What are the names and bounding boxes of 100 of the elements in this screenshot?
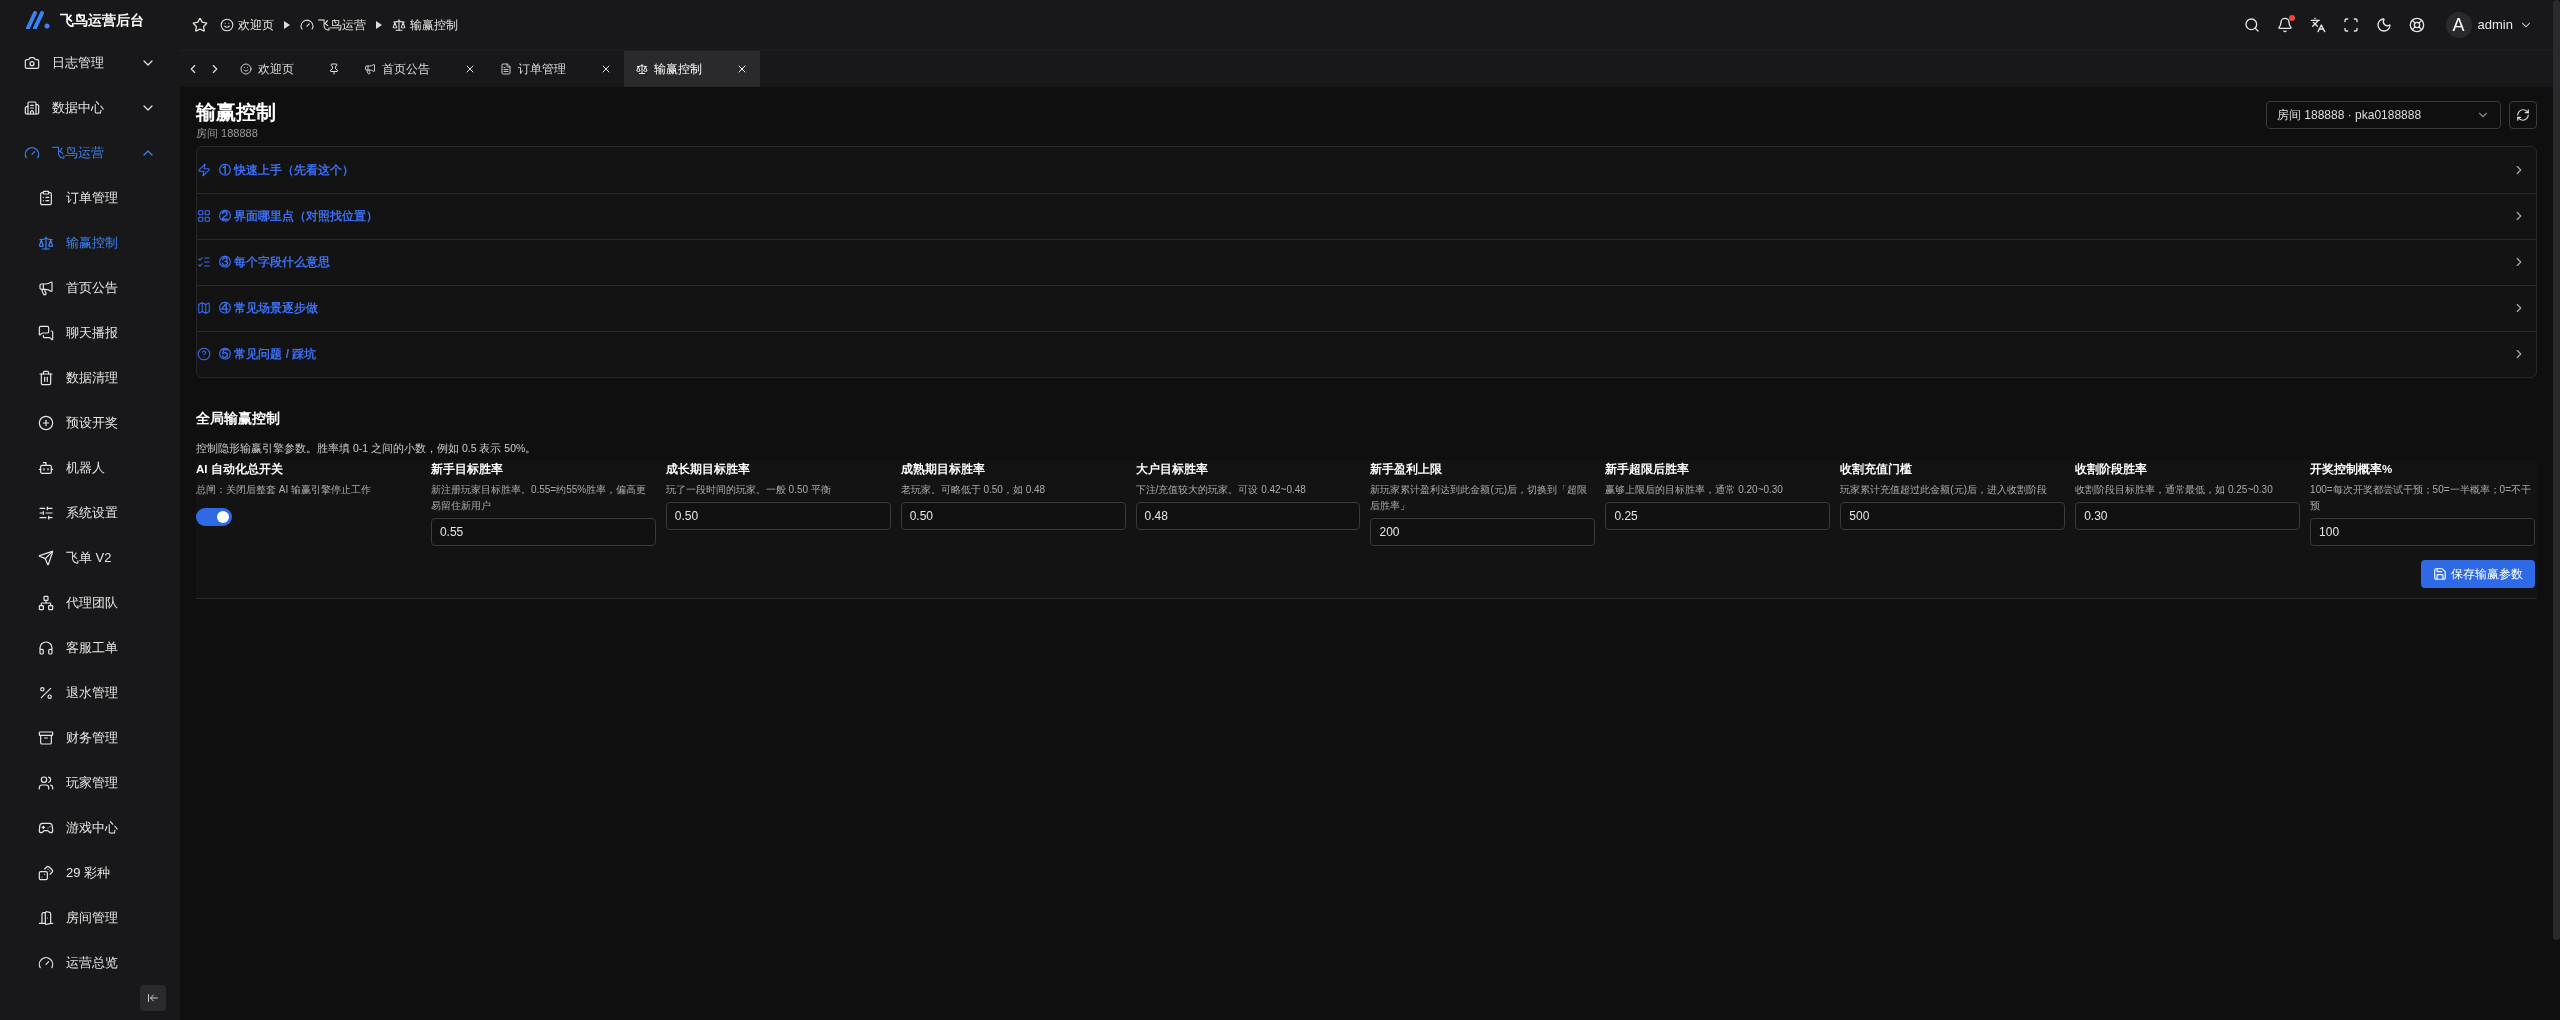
tab[interactable]: 首页公告	[352, 51, 488, 87]
sidebar-group[interactable]: 数据中心	[0, 85, 180, 130]
sidebar-group[interactable]: 飞鸟运营	[0, 130, 180, 175]
breadcrumb-link[interactable]: 输赢控制	[392, 16, 458, 34]
pin-icon[interactable]	[328, 63, 340, 75]
door-icon	[38, 909, 54, 926]
scale-icon	[636, 63, 648, 75]
save-button[interactable]: 保存输赢参数	[2421, 560, 2535, 589]
input-field[interactable]: 0.30	[2075, 502, 2301, 531]
field-hint: 玩了一段时间的玩家。一般 0.50 平衡	[665, 483, 832, 498]
page-title: 输赢控制	[196, 100, 276, 125]
input-field[interactable]: 0.55	[430, 518, 656, 547]
guide-row[interactable]: ② 界面哪里点（对照找位置）	[197, 192, 2536, 239]
field-label: 收割充值门槛	[1840, 461, 1914, 478]
field-hint: 收割阶段目标胜率，通常最低，如 0.25~0.30	[2075, 483, 2274, 498]
guide-row[interactable]: ⑤ 常见问题 / 踩坑	[197, 330, 2536, 377]
sidebar-group[interactable]: 日志管理	[0, 40, 180, 85]
sidebar-item[interactable]: 系统设置	[0, 490, 180, 535]
chat-icon	[38, 324, 54, 341]
close-icon[interactable]	[736, 63, 748, 75]
theme-button[interactable]	[2375, 17, 2392, 33]
sidebar-item[interactable]: 29 彩种	[0, 850, 180, 895]
page-subtitle: 房间 188888	[196, 126, 259, 141]
guide-row[interactable]: ③ 每个字段什么意思	[197, 238, 2536, 285]
section-title: 全局输赢控制	[196, 408, 281, 428]
sidebar-item[interactable]: 客服工单	[0, 625, 180, 670]
sidebar-item[interactable]: 房间管理	[0, 895, 180, 940]
collapse-icon	[147, 992, 159, 1004]
network-icon	[38, 594, 54, 611]
sidebar-item[interactable]: 财务管理	[0, 715, 180, 760]
refresh-button[interactable]	[2509, 101, 2537, 129]
input-field[interactable]: 0.25	[1605, 502, 1831, 531]
field-hint: 新玩家累计盈利达到此金额(元)后，切换到「超限后胜率」	[1370, 483, 1589, 514]
close-icon[interactable]	[464, 63, 476, 75]
field-label: 新手目标胜率	[430, 461, 504, 478]
gauge-icon	[300, 18, 314, 32]
fullscreen-button[interactable]	[2342, 17, 2359, 33]
caret-right-icon	[376, 21, 382, 29]
gauge-icon	[24, 144, 40, 161]
camera-icon	[24, 54, 40, 71]
field-hint: 100=每次开奖都尝试干预；50=一半概率；0=不干预	[2310, 483, 2532, 514]
tab[interactable]: 订单管理	[488, 51, 624, 87]
settings-button[interactable]	[2408, 17, 2425, 33]
input-field[interactable]: 0.48	[1135, 502, 1361, 531]
field-hint: 总闸：关闭后整套 AI 输赢引擎停止工作	[196, 483, 372, 498]
input-field[interactable]: 0.50	[665, 502, 891, 531]
logo-icon	[26, 11, 52, 29]
sidebar-item[interactable]: 预设开奖	[0, 400, 180, 445]
notification-button[interactable]	[2276, 17, 2293, 33]
input-field[interactable]: 0.50	[900, 502, 1126, 531]
sidebar-item[interactable]: 游戏中心	[0, 805, 180, 850]
lifebuoy-icon	[2408, 17, 2425, 33]
map-icon	[197, 301, 211, 315]
breadcrumb-link[interactable]: 飞鸟运营	[300, 16, 366, 34]
field-label: AI 自动化总开关	[196, 461, 284, 478]
sidebar-item[interactable]: 输赢控制	[0, 220, 180, 265]
field-hint: 下注/充值较大的玩家。可设 0.42~0.48	[1135, 483, 1307, 498]
field-label: 大户目标胜率	[1135, 461, 1209, 478]
sidebar-item[interactable]: 运营总览	[0, 940, 180, 985]
bell-icon	[2276, 17, 2293, 33]
input-field[interactable]: 500	[1840, 502, 2066, 531]
favorite-button[interactable]	[192, 17, 208, 33]
scale-icon	[38, 234, 54, 251]
room-select[interactable]: 房间 188888 · pka0188888	[2266, 101, 2501, 129]
tab[interactable]: 输赢控制	[624, 51, 760, 87]
guide-row[interactable]: ④ 常见场景逐步做	[197, 284, 2536, 331]
sidebar-item[interactable]: 玩家管理	[0, 760, 180, 805]
collapse-button[interactable]	[140, 985, 166, 1011]
tab[interactable]: 欢迎页	[228, 51, 352, 87]
sidebar-item[interactable]: 首页公告	[0, 265, 180, 310]
guide-row[interactable]: ① 快速上手（先看这个）	[197, 146, 2536, 193]
toggle-switch[interactable]	[196, 508, 232, 527]
input-field[interactable]: 200	[1370, 518, 1596, 547]
checklist-icon	[197, 255, 211, 269]
sidebar-item[interactable]: 机器人	[0, 445, 180, 490]
close-icon[interactable]	[600, 63, 612, 75]
clipboard-icon	[38, 189, 54, 206]
dice-icon	[38, 864, 54, 881]
moon-icon	[2375, 17, 2392, 33]
paper-plane-icon	[38, 549, 54, 566]
search-button[interactable]	[2243, 17, 2260, 33]
sidebar-item[interactable]: 飞单 V2	[0, 535, 180, 580]
headset-icon	[38, 639, 54, 656]
sidebar-item[interactable]: 聊天播报	[0, 310, 180, 355]
sidebar-item[interactable]: 代理团队	[0, 580, 180, 625]
input-field[interactable]: 100	[2310, 518, 2535, 547]
lightning-icon	[197, 162, 211, 177]
avatar[interactable]: A	[2445, 12, 2472, 38]
breadcrumb-link[interactable]: 欢迎页	[220, 16, 274, 34]
sidebar-item[interactable]: 退水管理	[0, 670, 180, 715]
sidebar-item[interactable]: 订单管理	[0, 175, 180, 220]
scrollbar[interactable]	[2553, 0, 2560, 940]
fullscreen-icon	[2342, 17, 2359, 33]
user-name[interactable]: admin	[2477, 15, 2513, 35]
smile-icon	[220, 18, 234, 32]
plus-circle-icon	[38, 414, 54, 431]
language-button[interactable]	[2309, 17, 2326, 33]
star-icon	[192, 17, 208, 33]
building-icon	[24, 99, 40, 116]
sidebar-item[interactable]: 数据清理	[0, 355, 180, 400]
